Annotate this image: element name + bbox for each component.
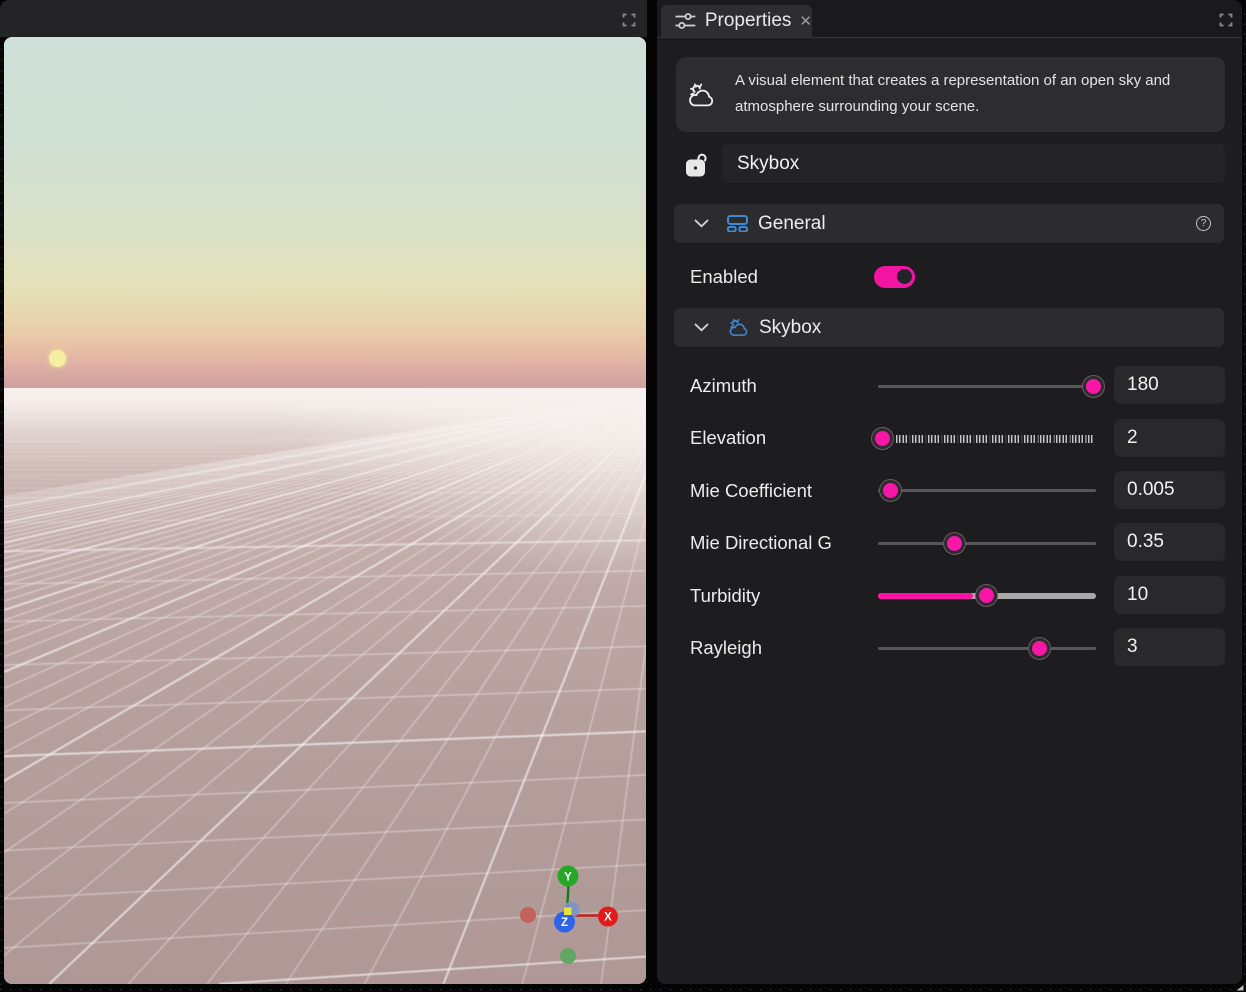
svg-text:X: X — [604, 912, 612, 924]
svg-text:Z: Z — [561, 917, 568, 929]
svg-text:Y: Y — [564, 871, 572, 883]
